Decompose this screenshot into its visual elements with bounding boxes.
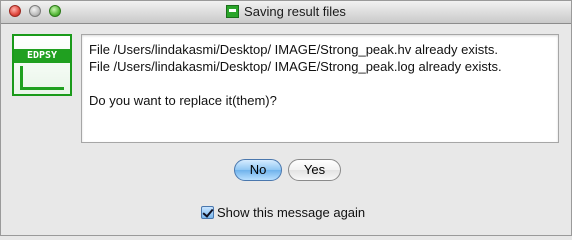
app-small-icon xyxy=(226,5,240,18)
logo-frame xyxy=(20,66,64,90)
show-message-again-label[interactable]: Show this message again xyxy=(217,205,365,220)
show-message-again-checkbox[interactable] xyxy=(201,206,214,219)
message-line: File /Users/lindakasmi/Desktop/ IMAGE/St… xyxy=(89,59,502,74)
message-question: Do you want to replace it(them)? xyxy=(89,93,277,108)
show-message-again-option[interactable]: Show this message again xyxy=(201,205,365,221)
window-title-text: Saving result files xyxy=(244,4,346,19)
logo-text: EDPSY xyxy=(14,49,70,63)
yes-button[interactable]: Yes xyxy=(288,159,341,181)
window-title: Saving result files xyxy=(1,4,571,19)
dialog-window: Saving result files EDPSY File /Users/li… xyxy=(0,0,572,236)
message-text-area: File /Users/lindakasmi/Desktop/ IMAGE/St… xyxy=(81,34,559,143)
title-bar[interactable]: Saving result files xyxy=(1,1,571,24)
edpsy-logo-icon: EDPSY xyxy=(12,34,72,96)
message-line: File /Users/lindakasmi/Desktop/ IMAGE/St… xyxy=(89,42,498,57)
no-button[interactable]: No xyxy=(234,159,282,181)
